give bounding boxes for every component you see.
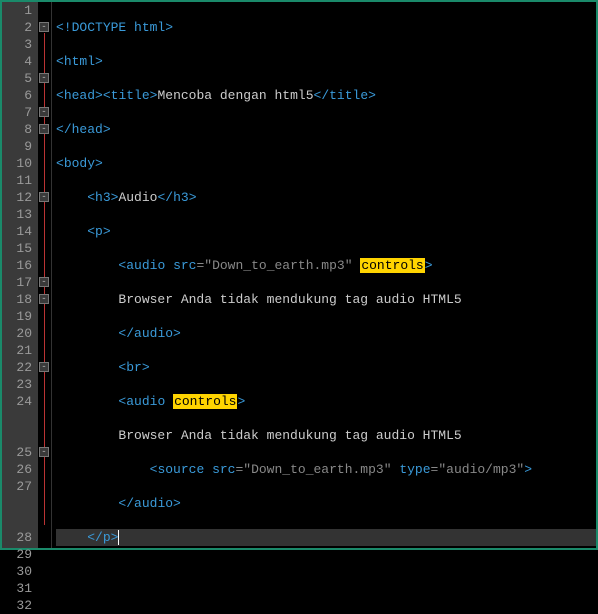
- line-number: 2: [2, 19, 32, 36]
- line-number: 21: [2, 342, 32, 359]
- line-number: 26: [2, 461, 32, 478]
- line-number: 31: [2, 580, 32, 597]
- fold-gutter: - - - - - - - - -: [38, 2, 52, 548]
- code-line: <source src="Down_to_earth.mp3" type="au…: [56, 461, 596, 478]
- fold-marker-icon[interactable]: -: [39, 22, 49, 32]
- line-number: 11: [2, 172, 32, 189]
- code-line: <body>: [56, 155, 596, 172]
- code-line: <h3>Audio</h3>: [56, 189, 596, 206]
- line-number: 28: [2, 529, 32, 546]
- fold-marker-icon[interactable]: -: [39, 277, 49, 287]
- code-line: </audio>: [56, 495, 596, 512]
- fold-marker-icon[interactable]: -: [39, 294, 49, 304]
- fold-marker-icon[interactable]: -: [39, 192, 49, 202]
- code-line: <audio controls>: [56, 393, 596, 410]
- fold-marker-icon[interactable]: -: [39, 362, 49, 372]
- line-number-gutter: 1 2 3 4 5 6 7 8 9 10 11 12 13 14 15 16 1…: [2, 2, 38, 548]
- fold-marker-icon[interactable]: -: [39, 107, 49, 117]
- line-number: 20: [2, 325, 32, 342]
- line-number: 19: [2, 308, 32, 325]
- fold-marker-icon[interactable]: -: [39, 73, 49, 83]
- code-line: </head>: [56, 121, 596, 138]
- code-area[interactable]: <!DOCTYPE html> <html> <head><title>Menc…: [52, 2, 596, 548]
- line-number: 3: [2, 36, 32, 53]
- code-line-active: </p>: [56, 529, 596, 546]
- code-line: <p>: [56, 223, 596, 240]
- code-line: <!DOCTYPE html>: [56, 19, 596, 36]
- line-number: 14: [2, 223, 32, 240]
- line-number: 22: [2, 359, 32, 376]
- line-number: 16: [2, 257, 32, 274]
- line-number: 15: [2, 240, 32, 257]
- line-number: 32: [2, 597, 32, 614]
- line-number: 13: [2, 206, 32, 223]
- line-number: 12: [2, 189, 32, 206]
- fold-marker-icon[interactable]: -: [39, 447, 49, 457]
- highlight: controls: [360, 258, 424, 273]
- line-number: 9: [2, 138, 32, 155]
- highlight: controls: [173, 394, 237, 409]
- code-line: <audio src="Down_to_earth.mp3" controls>: [56, 257, 596, 274]
- line-number: 25: [2, 444, 32, 461]
- line-number: 7: [2, 104, 32, 121]
- line-number: 6: [2, 87, 32, 104]
- line-number: 29: [2, 546, 32, 563]
- line-number: 30: [2, 563, 32, 580]
- code-line: <html>: [56, 53, 596, 70]
- line-number: 1: [2, 2, 32, 19]
- line-number: 10: [2, 155, 32, 172]
- code-line: Browser Anda tidak mendukung tag audio H…: [56, 427, 596, 444]
- line-number: 17: [2, 274, 32, 291]
- code-line: <head><title>Mencoba dengan html5</title…: [56, 87, 596, 104]
- line-number: 5: [2, 70, 32, 87]
- line-number: 23: [2, 376, 32, 393]
- line-number: 8: [2, 121, 32, 138]
- code-editor: 1 2 3 4 5 6 7 8 9 10 11 12 13 14 15 16 1…: [0, 0, 598, 550]
- code-line: </audio>: [56, 325, 596, 342]
- line-number: 18: [2, 291, 32, 308]
- fold-marker-icon[interactable]: -: [39, 124, 49, 134]
- line-number: 27: [2, 478, 32, 529]
- line-number: 24: [2, 393, 32, 444]
- code-line: <br>: [56, 359, 596, 376]
- line-number: 4: [2, 53, 32, 70]
- code-line: Browser Anda tidak mendukung tag audio H…: [56, 291, 596, 308]
